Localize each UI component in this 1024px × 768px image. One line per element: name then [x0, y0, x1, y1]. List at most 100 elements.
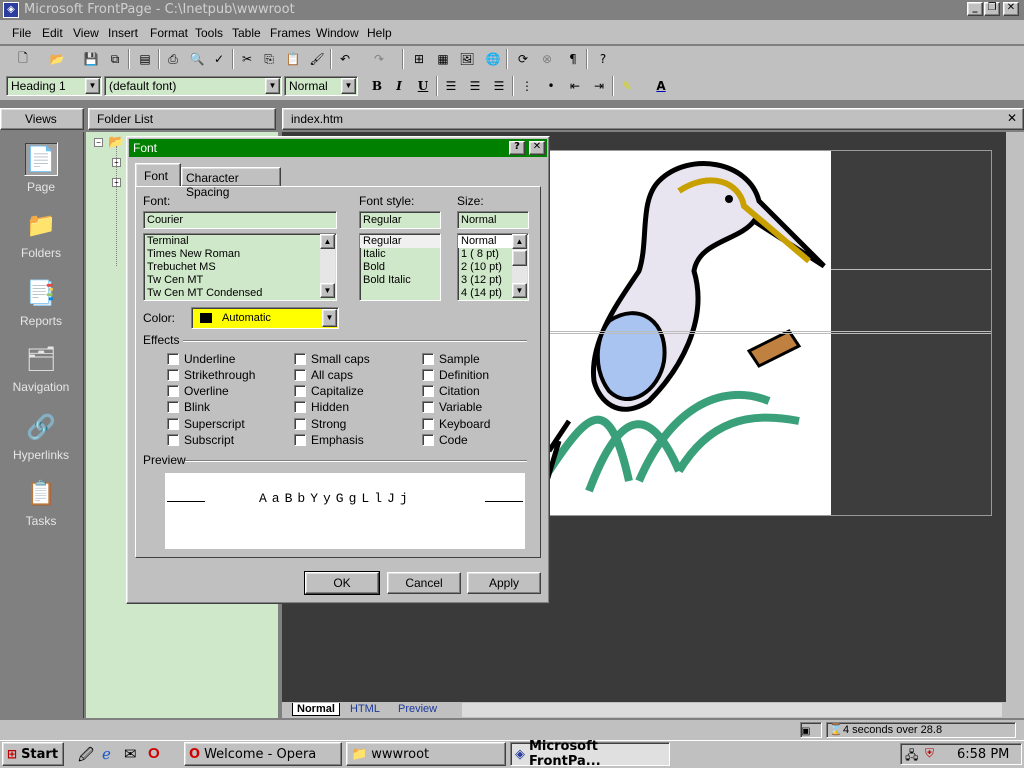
view-navigation[interactable]: 🗂 Navigation [0, 342, 82, 395]
align-left-icon[interactable]: ☰ [440, 76, 462, 96]
apply-button[interactable]: Apply [467, 572, 541, 594]
quicklaunch-opera-icon[interactable]: O [148, 745, 160, 762]
font-name-list[interactable]: Terminal Times New Roman Trebuchet MS Tw… [143, 233, 337, 301]
font-size-dropdown[interactable]: Normal ▼ [284, 76, 358, 96]
list-item[interactable]: Bold [360, 261, 440, 274]
menu-insert[interactable]: Insert [108, 26, 138, 40]
small-caps-checkbox[interactable] [294, 353, 306, 365]
chevron-down-icon[interactable]: ▼ [265, 78, 280, 94]
tab-character-spacing[interactable]: Character Spacing [181, 167, 281, 199]
insert-table-icon[interactable]: ▦ [432, 49, 454, 69]
copy-icon[interactable]: ⎘ [258, 49, 280, 69]
chevron-down-icon[interactable]: ▼ [341, 78, 356, 94]
tab-normal[interactable]: Normal [292, 703, 340, 716]
keyboard-checkbox[interactable] [422, 418, 434, 430]
view-reports[interactable]: 📑 Reports [0, 276, 82, 329]
style-dropdown[interactable]: Heading 1 ▼ [6, 76, 102, 96]
menu-tools[interactable]: Tools [195, 26, 223, 40]
list-item[interactable]: Italic [360, 248, 440, 261]
tray-network-icon[interactable]: 🖧 [905, 746, 918, 767]
menu-table[interactable]: Table [232, 26, 261, 40]
undo-icon[interactable]: ↶ [334, 49, 356, 69]
task-frontpage[interactable]: ◈ Microsoft FrontPa... [510, 739, 670, 768]
view-folders[interactable]: 📁 Folders [0, 208, 82, 261]
list-item[interactable]: Terminal [144, 235, 336, 248]
font-style-input[interactable]: Regular [359, 211, 441, 229]
show-all-icon[interactable]: ¶ [562, 49, 584, 69]
scroll-down-icon[interactable]: ▼ [512, 283, 527, 298]
list-item[interactable]: Trebuchet MS [144, 261, 336, 274]
font-name-input[interactable]: Courier [143, 211, 337, 229]
task-opera[interactable]: O Welcome - Opera [184, 742, 342, 766]
bulleted-list-icon[interactable]: • [540, 76, 562, 96]
underline-checkbox[interactable] [167, 353, 179, 365]
menu-edit[interactable]: Edit [42, 26, 63, 40]
open-icon[interactable]: 📂 [46, 49, 68, 69]
strikethrough-checkbox[interactable] [167, 369, 179, 381]
view-tasks[interactable]: 📋 Tasks [0, 476, 82, 529]
minimize-button[interactable]: _ [967, 2, 983, 16]
menu-format[interactable]: Format [150, 26, 188, 40]
list-item[interactable]: Bold Italic [360, 274, 440, 287]
publish-icon[interactable]: ⧉ [104, 49, 126, 69]
size-input[interactable]: Normal [457, 211, 529, 229]
quicklaunch-outlook-icon[interactable]: ✉ [124, 745, 137, 763]
blink-checkbox[interactable] [167, 401, 179, 413]
save-icon[interactable]: 💾 [80, 49, 102, 69]
list-item[interactable]: Tw Cen MT Condensed [144, 287, 336, 300]
dialog-help-button[interactable]: ? [509, 141, 525, 155]
tab-font[interactable]: Font [135, 163, 181, 187]
scroll-thumb[interactable] [512, 250, 527, 266]
new-page-icon[interactable]: 🗋 [12, 49, 34, 69]
list-item[interactable]: Normal [458, 235, 512, 248]
bold-icon[interactable]: B [366, 76, 388, 96]
close-document-icon[interactable]: ✕ [1007, 111, 1017, 125]
document-tab-label[interactable]: index.htm [291, 112, 343, 126]
font-color-icon[interactable]: A [650, 76, 672, 96]
help-icon[interactable]: ? [592, 49, 614, 69]
subscript-checkbox[interactable] [167, 434, 179, 446]
chevron-down-icon[interactable]: ▼ [85, 78, 100, 94]
scroll-up-icon[interactable]: ▲ [512, 234, 527, 249]
menu-help[interactable]: Help [367, 26, 392, 40]
italic-icon[interactable]: I [388, 76, 410, 96]
underline-icon[interactable]: U [412, 76, 434, 96]
citation-checkbox[interactable] [422, 385, 434, 397]
horizontal-scrollbar[interactable] [462, 703, 1002, 717]
quicklaunch-ie-icon[interactable]: ℯ [102, 745, 111, 763]
numbered-list-icon[interactable]: ⋮ [516, 76, 538, 96]
menu-window[interactable]: Window [316, 26, 359, 40]
menu-file[interactable]: File [12, 26, 31, 40]
strong-checkbox[interactable] [294, 418, 306, 430]
tab-html[interactable]: HTML [350, 703, 380, 715]
code-checkbox[interactable] [422, 434, 434, 446]
chevron-down-icon[interactable]: ▼ [322, 309, 337, 327]
format-painter-icon[interactable]: 🖌 [306, 49, 328, 69]
list-item[interactable]: Regular [360, 235, 440, 248]
paste-icon[interactable]: 📋 [282, 49, 304, 69]
folder-list-icon[interactable]: ▤ [134, 49, 156, 69]
all-caps-checkbox[interactable] [294, 369, 306, 381]
variable-checkbox[interactable] [422, 401, 434, 413]
list-item[interactable]: Tw Cen MT [144, 274, 336, 287]
increase-indent-icon[interactable]: ⇥ [588, 76, 610, 96]
hidden-checkbox[interactable] [294, 401, 306, 413]
refresh-icon[interactable]: ⟳ [512, 49, 534, 69]
print-icon[interactable]: ⎙ [162, 49, 184, 69]
restore-button[interactable]: ❐ [984, 2, 1000, 16]
tray-shield-icon[interactable]: ⛨ [925, 746, 934, 761]
definition-checkbox[interactable] [422, 369, 434, 381]
ok-button[interactable]: OK [304, 571, 380, 595]
highlight-icon[interactable]: ✎ [616, 76, 638, 96]
capitalize-checkbox[interactable] [294, 385, 306, 397]
align-center-icon[interactable]: ☰ [464, 76, 486, 96]
font-dropdown[interactable]: (default font) ▼ [104, 76, 282, 96]
view-page[interactable]: 📄 Page [0, 142, 82, 194]
menu-frames[interactable]: Frames [270, 26, 311, 40]
sample-checkbox[interactable] [422, 353, 434, 365]
overline-checkbox[interactable] [167, 385, 179, 397]
expand-icon[interactable]: − [94, 138, 103, 147]
hyperlink-icon[interactable]: 🌐 [482, 49, 504, 69]
editor-vertical-scrollbar[interactable] [1006, 132, 1024, 702]
view-hyperlinks[interactable]: 🔗 Hyperlinks [0, 410, 82, 463]
